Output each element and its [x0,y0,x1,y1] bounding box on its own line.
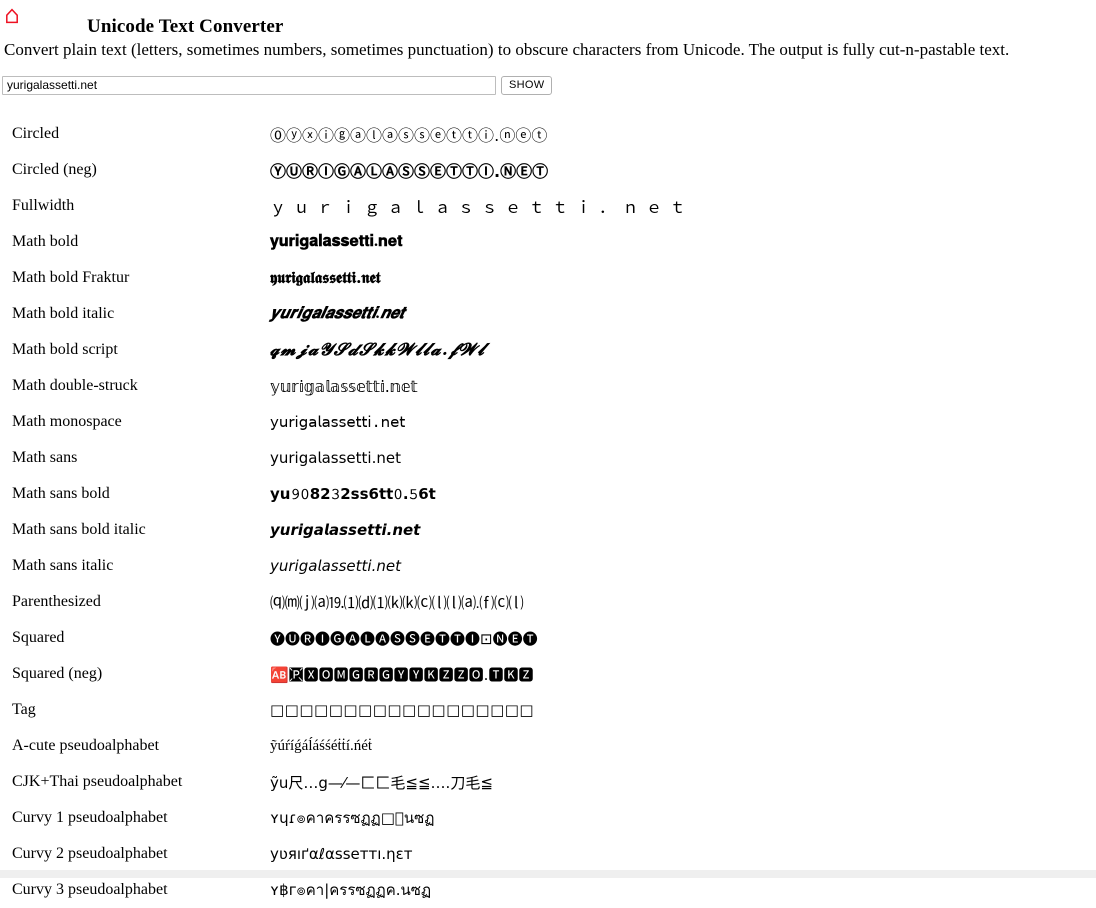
table-row: A-cute pseudoalphabet ỹúŕíǵáĺáśśéṫṫí.ńéṫ [0,728,1096,764]
style-name-label: Math sans italic [12,557,114,574]
style-name-label: Curvy 2 pseudoalphabet [12,845,168,862]
style-name-label: Circled [12,125,60,142]
style-name-label: Math sans [12,449,78,466]
table-row: Circled (neg) ⓎⓊⓇⒾⒼⒶⓁⒶⓈⓈⒺⓉⓉⒾ.ⓃⒺⓉ [0,152,1096,188]
style-name-label: Math double-struck [12,377,138,394]
converted-output-text[interactable]: 🆎🆊🆇🅾🅼🅶🆁🅶🆈🆈🅺🆉🆉🅾.🆃🅺🆉 [270,656,1096,692]
table-row: Parenthesized ⒬⒨⒥⒜⒚⑴⒟⑴⒦⒦⒞⒧⒧⒜.⒡⒞⒧ [0,584,1096,620]
page-title: Unicode Text Converter [87,15,284,37]
style-name-label: Math sans bold [12,485,110,502]
table-row: Curvy 2 pseudoalphabet yʋяıґαℓαsseттı.ηεт [0,836,1096,872]
source-text-input[interactable] [2,76,496,95]
style-name-label: A-cute pseudoalphabet [12,737,160,754]
converted-output-text[interactable]: 𝕪𝕦𝕣𝕚𝕘𝕒𝕝𝕒𝕤𝕤𝕖𝕥𝕥𝕚.𝕟𝕖𝕥 [270,368,1096,404]
converted-output-text[interactable]: 𝓺𝓶𝓳𝓪𝓨𝓢𝓭𝓢𝓴𝓴𝓦𝓵𝓵𝓪.𝓯𝓦𝓵 [270,332,1096,368]
table-row: Math sans italic 𝘺𝘶𝘳𝘪𝘨𝘢𝘭𝘢𝘴𝘴𝘦𝘵𝘵𝘪.𝘯𝘦𝘵 [0,548,1096,584]
style-name-label: Squared [12,629,65,646]
intro-description: Convert plain text (letters, sometimes n… [4,40,1010,59]
style-name-label: Math bold script [12,341,118,358]
table-row: Squared (neg) 🆎🆊🆇🅾🅼🅶🆁🅶🆈🆈🅺🆉🆉🅾.🆃🅺🆉 [0,656,1096,692]
converted-output-text[interactable]: ⒬⒨⒥⒜⒚⑴⒟⑴⒦⒦⒞⒧⒧⒜.⒡⒞⒧ [270,584,1096,620]
show-button[interactable]: SHOW [501,76,553,95]
style-name-label: Math sans bold italic [12,521,146,538]
converted-output-text[interactable]: ⓪ⓨⓧⓘⓖⓐⓛⓐⓢⓢⓔⓣⓣⓘ․ⓝⓔⓣ [270,116,1096,152]
table-row: Math bold Fraktur 𝖞𝖚𝖗𝖎𝖌𝖆𝖑𝖆𝖘𝖘𝖊𝖙𝖙𝖎.𝖓𝖊𝖙 [0,260,1096,296]
table-row: Math sans bold italic 𝙮𝙪𝙧𝙞𝙜𝙖𝙡𝙖𝙨𝙨𝙚𝙩𝙩𝙞.𝙣𝙚𝙩 [0,512,1096,548]
style-name-label: Tag [12,701,36,718]
results-body: Circled ⓪ⓨⓧⓘⓖⓐⓛⓐⓢⓢⓔⓣⓣⓘ․ⓝⓔⓣ Circled (neg) ⓎⓊ… [0,116,1096,908]
table-row: Squared 🅨🅤🅡🅘🅖🅐🅛🅐🅢🅢🅔🅣🅣🅘⊡🅝🅔🅣 [0,620,1096,656]
style-name-label: Squared (neg) [12,665,103,682]
converted-output-text[interactable]: ｙｕｒｉｇａｌａｓｓｅｔｔｉ．ｎｅｔ [270,188,1096,224]
converted-output-text[interactable]: 𝘆𝘂𝟿𝟶𝟴𝟮𝟹𝟮𝘀𝘀𝟲𝘁𝘁𝟶.𝟻𝟲𝘁 [270,476,1096,512]
converted-output-text[interactable]: 𝒚𝒖𝒓𝒊𝒈𝒂𝒍𝒂𝒔𝒔𝒆𝒕𝒕𝒊.𝒏𝒆𝒕 [270,296,1096,332]
table-row: Math bold italic 𝒚𝒖𝒓𝒊𝒈𝒂𝒍𝒂𝒔𝒔𝒆𝒕𝒕𝒊.𝒏𝒆𝒕 [0,296,1096,332]
converted-output-text[interactable]: 𝐲𝐮𝐫𝐢𝐠𝐚𝐥𝐚𝐬𝐬𝐞𝐭𝐭𝐢.𝐧𝐞𝐭 [270,224,1096,260]
converted-output-text[interactable]: 𝙮𝙪𝙧𝙞𝙜𝙖𝙡𝙖𝙨𝙨𝙚𝙩𝙩𝙞.𝙣𝙚𝙩 [270,512,1096,548]
table-row: Circled ⓪ⓨⓧⓘⓖⓐⓛⓐⓢⓢⓔⓣⓣⓘ․ⓝⓔⓣ [0,116,1096,152]
table-row: Math sans bold 𝘆𝘂𝟿𝟶𝟴𝟮𝟹𝟮𝘀𝘀𝟲𝘁𝘁𝟶.𝟻𝟲𝘁 [0,476,1096,512]
page-header: Unicode Text Converter [0,0,1096,37]
style-name-label: Math bold [12,233,79,250]
converted-output-text[interactable]: 𝘺𝘶𝘳𝘪𝘨𝘢𝘭𝘢𝘴𝘴𝘦𝘵𝘵𝘪.𝘯𝘦𝘵 [270,548,1096,584]
converted-output-text[interactable]: 𝖞𝖚𝖗𝖎𝖌𝖆𝖑𝖆𝖘𝖘𝖊𝖙𝖙𝖎.𝖓𝖊𝖙 [270,260,1096,296]
table-row: Fullwidth ｙｕｒｉｇａｌａｓｓｅｔｔｉ．ｎｅｔ [0,188,1096,224]
table-row: CJK+Thai pseudoalphabet ỹu尺…g—⁄—匚匚毛≦≦….刀毛… [0,764,1096,800]
converted-output-text[interactable]: 🅨🅤🅡🅘🅖🅐🅛🅐🅢🅢🅔🅣🅣🅘⊡🅝🅔🅣 [270,620,1096,656]
home-icon-glyph [6,8,18,24]
converted-output-text[interactable]: 𝗒𝗎𝗋𝗂𝗀𝖺𝗅𝖺𝗌𝗌𝖾𝗍𝗍𝗂.𝗇𝖾𝗍 [270,404,1096,440]
style-name-label: Curvy 1 pseudoalphabet [12,809,168,826]
bottom-strip [0,870,1096,878]
style-name-label: Math bold italic [12,305,115,322]
style-name-label: Math monospace [12,413,122,430]
table-row: Math bold script 𝓺𝓶𝓳𝓪𝓨𝓢𝓭𝓢𝓴𝓴𝓦𝓵𝓵𝓪.𝓯𝓦𝓵 [0,332,1096,368]
table-row: Tag □□□□□□□□□□□□□□□□□□ [0,692,1096,728]
converted-output-text[interactable]: ỹu尺…g—⁄—匚匚毛≦≦….刀毛≦ [270,764,1096,800]
converted-output-text[interactable]: ⓎⓊⓇⒾⒼⒶⓁⒶⓈⓈⒺⓉⓉⒾ.ⓃⒺⓉ [270,152,1096,188]
home-icon[interactable] [5,8,19,24]
style-name-label: Fullwidth [12,197,75,214]
converted-output-text[interactable]: 𝗒𝗎𝗋𝗂𝗀𝖺𝗅𝖺𝗌𝗌𝖾𝗍𝗍𝗂.𝗇𝖾𝗍 [270,440,1096,476]
style-name-label: Math bold Fraktur [12,269,130,286]
style-name-label: Circled (neg) [12,161,97,178]
converted-output-text[interactable]: □□□□□□□□□□□□□□□□□□ [270,692,1096,728]
converted-output-text[interactable]: ʏɥɾ๏คาครรซฏฏ□ินซฏ [270,800,1096,836]
style-name-label: Parenthesized [12,593,101,610]
table-row: Math monospace 𝗒𝗎𝗋𝗂𝗀𝖺𝗅𝖺𝗌𝗌𝖾𝗍𝗍𝗂.𝗇𝖾𝗍 [0,404,1096,440]
converted-output-text[interactable]: ỹúŕíǵáĺáśśéṫṫí.ńéṫ [270,728,1096,764]
converted-output-text[interactable]: yʋяıґαℓαsseттı.ηεт [270,836,1096,872]
style-name-label: CJK+Thai pseudoalphabet [12,773,183,790]
converter-form: SHOW [2,76,553,95]
table-row: Math double-struck 𝕪𝕦𝕣𝕚𝕘𝕒𝕝𝕒𝕤𝕤𝕖𝕥𝕥𝕚.𝕟𝕖𝕥 [0,368,1096,404]
conversion-results-table: Circled ⓪ⓨⓧⓘⓖⓐⓛⓐⓢⓢⓔⓣⓣⓘ․ⓝⓔⓣ Circled (neg) ⓎⓊ… [0,116,1096,908]
table-row: Curvy 1 pseudoalphabet ʏɥɾ๏คาครรซฏฏ□ินซฏ [0,800,1096,836]
table-row: Math sans 𝗒𝗎𝗋𝗂𝗀𝖺𝗅𝖺𝗌𝗌𝖾𝗍𝗍𝗂.𝗇𝖾𝗍 [0,440,1096,476]
table-row: Math bold 𝐲𝐮𝐫𝐢𝐠𝐚𝐥𝐚𝐬𝐬𝐞𝐭𝐭𝐢.𝐧𝐞𝐭 [0,224,1096,260]
